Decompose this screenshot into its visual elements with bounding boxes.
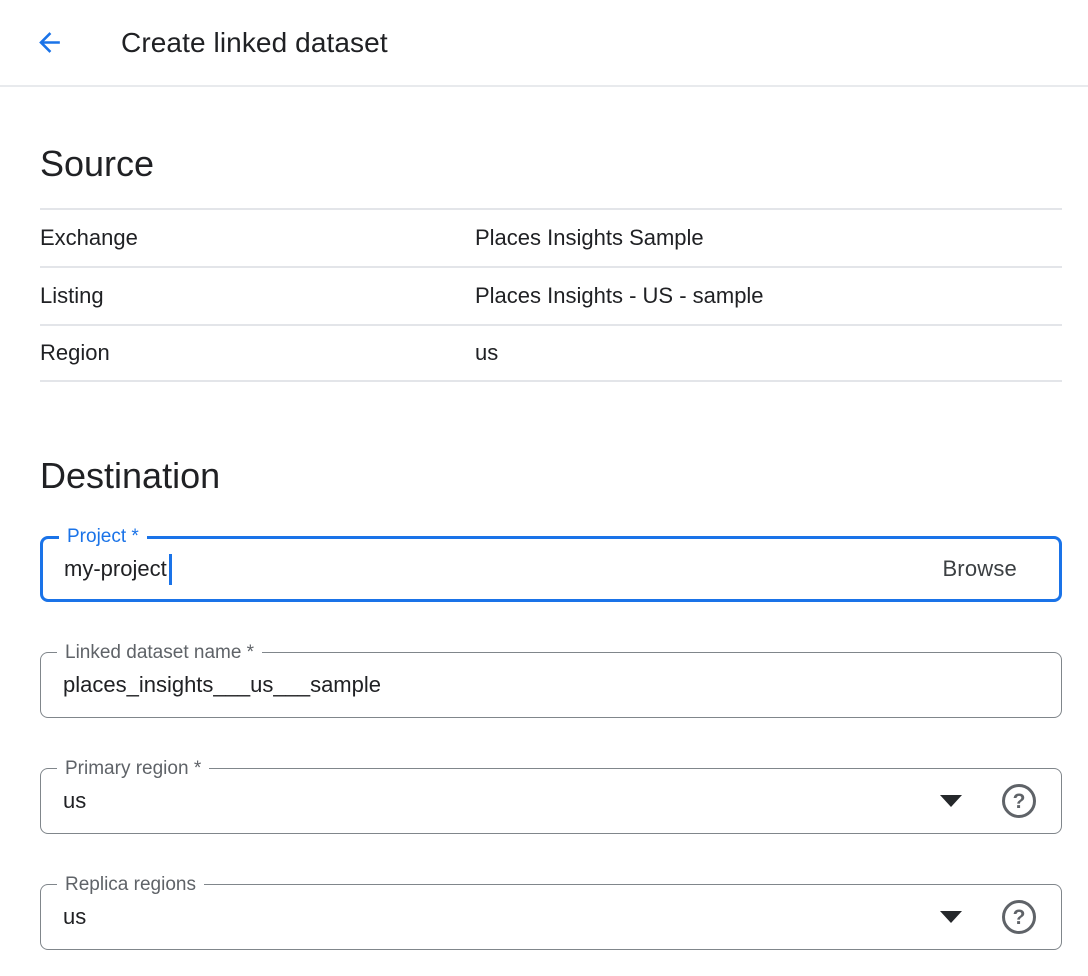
source-section-heading: Source xyxy=(40,142,1062,186)
row-label: Listing xyxy=(40,283,475,309)
arrow-back-icon xyxy=(34,27,65,58)
replica-regions-label: Replica regions xyxy=(57,873,204,896)
row-value: Places Insights Sample xyxy=(475,225,704,251)
row-label: Exchange xyxy=(40,225,475,251)
replica-regions-select[interactable]: Replica regions us ? xyxy=(40,884,1062,950)
replica-regions-value: us xyxy=(63,904,86,930)
page-header: Create linked dataset xyxy=(0,0,1088,87)
source-table: Exchange Places Insights Sample Listing … xyxy=(40,208,1062,382)
row-value: us xyxy=(475,340,498,366)
help-icon[interactable]: ? xyxy=(1002,900,1036,934)
back-button[interactable] xyxy=(33,27,65,59)
create-linked-dataset-page: Create linked dataset Source Exchange Pl… xyxy=(0,0,1088,950)
primary-region-label: Primary region * xyxy=(57,757,209,780)
project-field[interactable]: Project * my-project Browse xyxy=(40,536,1062,602)
primary-region-select[interactable]: Primary region * us ? xyxy=(40,768,1062,834)
linked-dataset-name-label: Linked dataset name * xyxy=(57,641,262,664)
table-row-region: Region us xyxy=(40,324,1062,382)
page-title: Create linked dataset xyxy=(121,27,388,59)
project-input-value[interactable]: my-project xyxy=(64,556,167,582)
table-row-exchange: Exchange Places Insights Sample xyxy=(40,208,1062,266)
dropdown-arrow-icon[interactable] xyxy=(940,911,962,923)
text-cursor xyxy=(169,554,172,585)
help-icon[interactable]: ? xyxy=(1002,784,1036,818)
main-content: Source Exchange Places Insights Sample L… xyxy=(0,142,1088,950)
table-row-listing: Listing Places Insights - US - sample xyxy=(40,266,1062,324)
primary-region-value: us xyxy=(63,788,86,814)
row-label: Region xyxy=(40,340,475,366)
dropdown-arrow-icon[interactable] xyxy=(940,795,962,807)
project-field-label: Project * xyxy=(59,525,147,548)
linked-dataset-name-value[interactable]: places_insights___us___sample xyxy=(63,672,381,698)
browse-button[interactable]: Browse xyxy=(942,556,1017,582)
linked-dataset-name-field[interactable]: Linked dataset name * places_insights___… xyxy=(40,652,1062,718)
row-value: Places Insights - US - sample xyxy=(475,283,764,309)
destination-section-heading: Destination xyxy=(40,454,1062,498)
